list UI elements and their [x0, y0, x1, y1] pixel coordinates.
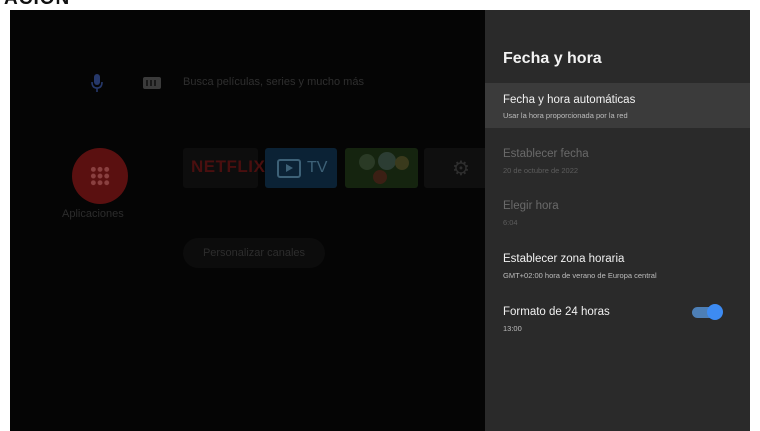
auto-date-time-item[interactable]: Fecha y hora automáticas Usar la hora pr…: [485, 83, 750, 128]
item-sublabel: 20 de octubre de 2022: [503, 166, 579, 175]
top-crop-strip: ACIÓN: [0, 0, 760, 10]
game-app-tile[interactable]: [345, 148, 418, 188]
gear-icon: ⚙: [452, 158, 470, 180]
netflix-logo: NETFLIX: [191, 157, 266, 176]
date-time-settings-panel: Fecha y hora Fecha y hora automáticas Us…: [485, 10, 750, 431]
24-hour-format-item[interactable]: Formato de 24 horas 13:00: [485, 296, 750, 341]
search-placeholder[interactable]: Busca películas, series y mucho más: [183, 76, 364, 88]
personalize-channels-label: Personalizar canales: [202, 247, 306, 259]
set-time-item[interactable]: Elegir hora 6:04: [485, 190, 750, 235]
personalize-channels-button[interactable]: Personalizar canales: [183, 238, 325, 268]
apps-label: Aplicaciones: [62, 208, 124, 220]
item-label: Elegir hora: [503, 200, 559, 212]
toggle-knob: [707, 304, 723, 320]
apps-grid-icon: [90, 166, 110, 186]
tv-icon: [277, 159, 301, 178]
keyboard-icon[interactable]: [143, 77, 161, 89]
tv-tile-label: TV: [307, 159, 328, 176]
item-label: Fecha y hora automáticas: [503, 94, 636, 106]
settings-tile[interactable]: ⚙: [424, 148, 485, 188]
home-screen-dimmed: Busca películas, series y mucho más Apli…: [10, 10, 485, 431]
play-icon: [373, 170, 387, 184]
panel-title: Fecha y hora: [503, 50, 602, 67]
apps-button[interactable]: [72, 148, 128, 204]
item-sublabel: 6:04: [503, 218, 518, 227]
tv-tile[interactable]: TV: [265, 148, 337, 188]
item-sublabel: GMT+02:00 hora de verano de Europa centr…: [503, 271, 657, 280]
item-sublabel: 13:00: [503, 324, 522, 333]
game-art-shape: [395, 156, 409, 170]
item-label: Establecer zona horaria: [503, 253, 625, 265]
item-label: Establecer fecha: [503, 148, 589, 160]
set-date-item[interactable]: Establecer fecha 20 de octubre de 2022: [485, 137, 750, 182]
tv-screen: Busca películas, series y mucho más Apli…: [10, 10, 750, 431]
item-sublabel: Usar la hora proporcionada por la red: [503, 111, 628, 120]
time-zone-item[interactable]: Establecer zona horaria GMT+02:00 hora d…: [485, 243, 750, 288]
item-label: Formato de 24 horas: [503, 306, 610, 318]
mic-icon[interactable]: [90, 73, 104, 95]
game-art-shape: [378, 152, 396, 170]
netflix-tile[interactable]: NETFLIX: [183, 148, 265, 188]
24-hour-format-toggle[interactable]: [692, 304, 723, 320]
game-art-shape: [359, 154, 375, 170]
cropped-header-text: ACIÓN: [4, 0, 70, 10]
